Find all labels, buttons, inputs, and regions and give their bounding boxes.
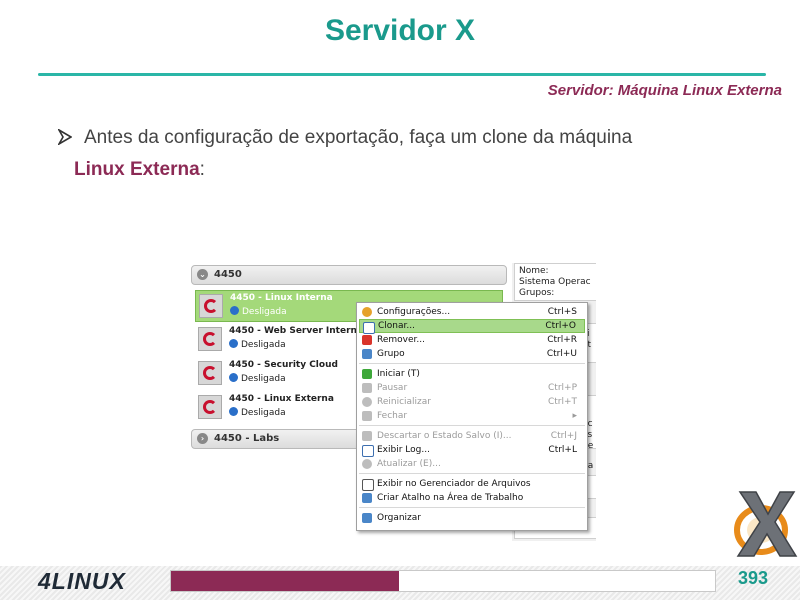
remove-icon <box>362 335 372 345</box>
pause-icon <box>362 383 372 393</box>
vm-state: Desligada <box>229 407 286 418</box>
vm-state: Desligada <box>230 306 287 317</box>
page-number: 393 <box>738 568 769 588</box>
reset-icon <box>362 397 372 407</box>
debian-logo-icon <box>198 395 222 419</box>
vm-state: Desligada <box>229 339 286 350</box>
general-details: Nome: Sistema Operac Grupos: <box>514 263 596 301</box>
power-off-icon <box>229 407 238 416</box>
group-label: 4450 - Labs <box>214 433 280 444</box>
shortcut-icon <box>362 493 372 503</box>
title-divider <box>38 73 766 76</box>
chevron-right-icon: › <box>197 433 208 444</box>
slide-title: Servidor X <box>324 14 476 47</box>
start-icon <box>362 369 372 379</box>
menu-separator <box>359 363 585 364</box>
brand-logo: 4LINUX <box>38 568 126 594</box>
menu-item-group[interactable]: Grupo Ctrl+U <box>359 347 585 361</box>
bullet-point: Antes da configuração de exportação, faç… <box>58 122 778 186</box>
file-manager-icon <box>362 479 374 491</box>
vm-name: 4450 - Linux Externa <box>229 394 334 404</box>
power-off-icon <box>229 339 238 348</box>
log-icon <box>362 445 374 457</box>
menu-item-reset[interactable]: Reinicializar Ctrl+T <box>359 395 585 409</box>
menu-separator <box>359 425 585 426</box>
menu-item-settings[interactable]: Configurações... Ctrl+S <box>359 305 585 319</box>
power-off-icon <box>230 306 239 315</box>
menu-item-desktop-shortcut[interactable]: Criar Atalho na Área de Trabalho <box>359 491 585 505</box>
group-header-4450[interactable]: ⌄ 4450 <box>191 265 507 285</box>
menu-separator <box>359 473 585 474</box>
debian-logo-icon <box>198 327 222 351</box>
x-server-logo-icon <box>734 491 798 557</box>
vm-name: 4450 - Security Cloud <box>229 360 338 370</box>
bullet-continuation: Linux Externa: <box>58 154 778 186</box>
refresh-icon <box>362 459 372 469</box>
menu-item-discard-state[interactable]: Descartar o Estado Salvo (I)... Ctrl+J <box>359 429 585 443</box>
menu-item-close[interactable]: Fechar ▸ <box>359 409 585 423</box>
bullet-text: Antes da configuração de exportação, faç… <box>84 127 633 148</box>
menu-item-refresh[interactable]: Atualizar (E)... <box>359 457 585 471</box>
chevron-down-icon: ⌄ <box>197 269 208 280</box>
menu-item-sort[interactable]: Organizar <box>359 511 585 525</box>
bullet-tail: : <box>199 159 205 180</box>
gear-icon <box>362 307 372 317</box>
slide-progress-bar <box>170 570 716 592</box>
group-icon <box>362 349 372 359</box>
bullet-highlight: Linux Externa <box>74 159 200 180</box>
discard-icon <box>362 431 372 441</box>
context-menu: Configurações... Ctrl+S Clonar... Ctrl+O… <box>356 302 588 531</box>
vm-name: 4450 - Linux Interna <box>230 293 333 303</box>
debian-logo-icon <box>198 361 222 385</box>
menu-separator <box>359 507 585 508</box>
progress-fill <box>171 571 400 591</box>
slide-subtitle: Servidor: Máquina Linux Externa <box>547 82 782 99</box>
menu-item-remove[interactable]: Remover... Ctrl+R <box>359 333 585 347</box>
menu-item-show-log[interactable]: Exibir Log... Ctrl+L <box>359 443 585 457</box>
menu-item-pause[interactable]: Pausar Ctrl+P <box>359 381 585 395</box>
virtualbox-screenshot: ⌄ 4450 4450 - Linux Interna Desligada 44… <box>190 263 596 541</box>
sort-icon <box>362 513 372 523</box>
debian-logo-icon <box>199 294 223 318</box>
power-off-icon <box>229 373 238 382</box>
submenu-arrow-icon: ▸ <box>572 411 577 421</box>
vm-name: 4450 - Web Server Interna <box>229 326 363 336</box>
menu-item-start[interactable]: Iniciar (T) <box>359 367 585 381</box>
group-label: 4450 <box>214 269 242 280</box>
bullet-arrow-icon <box>58 129 72 145</box>
menu-item-file-manager[interactable]: Exibir no Gerenciador de Arquivos <box>359 477 585 491</box>
menu-item-clone[interactable]: Clonar... Ctrl+O <box>359 319 585 334</box>
close-submenu-icon <box>362 411 372 421</box>
vm-state: Desligada <box>229 373 286 384</box>
